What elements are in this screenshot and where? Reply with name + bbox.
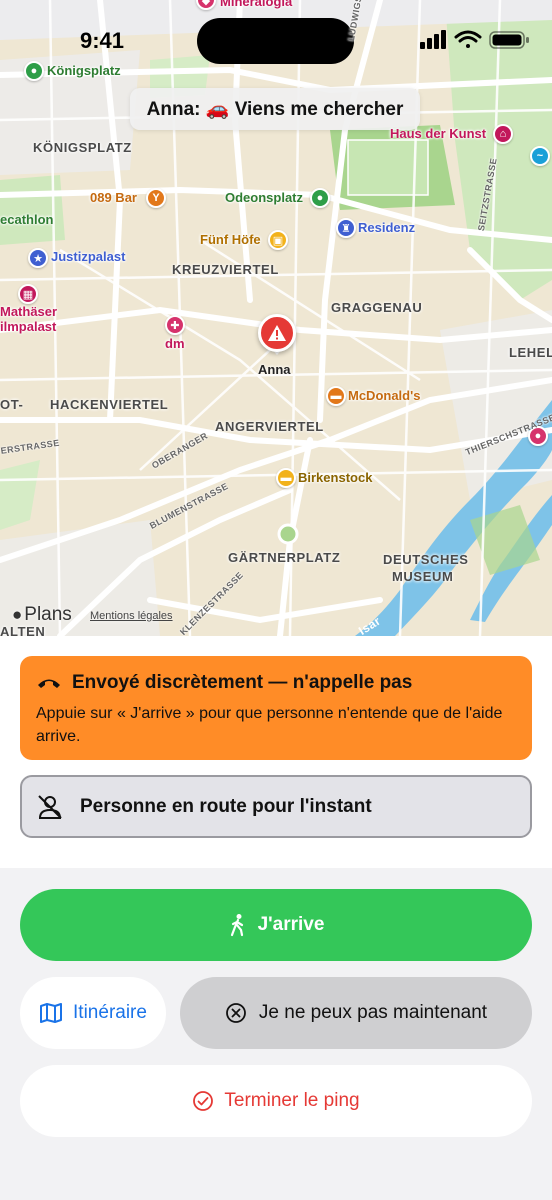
arrive-label: J'arrive: [257, 914, 325, 935]
decline-label: Je ne peux pas maintenant: [258, 1002, 488, 1023]
district-hackenviertel: HACKENVIERTEL: [50, 397, 169, 412]
x-circle-icon: [226, 1003, 246, 1023]
poi-label-justizpalast[interactable]: Justizpalast: [51, 249, 125, 264]
landmark-icon[interactable]: ♜: [336, 218, 356, 238]
cinema-icon[interactable]: ▦: [18, 284, 38, 304]
message-callout: Anna: 🚗 Viens me chercher: [130, 88, 420, 130]
district-lehel: LEHEL: [509, 345, 552, 360]
alert-body: Appuie sur « J'arrive » pour que personn…: [36, 705, 503, 745]
end-ping-button[interactable]: Terminer le ping: [20, 1065, 532, 1137]
shopping-bag-icon[interactable]: ▣: [268, 230, 288, 250]
star-landmark-icon[interactable]: ★: [28, 248, 48, 268]
arrive-button[interactable]: J'arrive: [20, 889, 532, 961]
swimming-icon[interactable]: ~: [530, 146, 550, 166]
poi-label-konigsplatz[interactable]: Königsplatz: [47, 63, 121, 78]
responder-status-text: Personne en route pour l'instant: [80, 795, 372, 817]
person-slash-icon: [38, 794, 62, 819]
district-kreuzviertel: KREUZVIERTEL: [172, 262, 279, 277]
district-konigsplatz: KÖNIGSPLATZ: [33, 140, 132, 155]
map-view[interactable]: 9:41 Anna: 🚗 Viens me chercher ◆ Mineral…: [0, 0, 552, 636]
poi-label-decathlon[interactable]: ecathlon: [0, 212, 53, 227]
poi-label-funf-hofe[interactable]: Fünf Höfe: [200, 232, 261, 247]
status-icons: [420, 28, 532, 52]
directions-button[interactable]: Itinéraire: [20, 977, 166, 1049]
district-gartnerplatz: GÄRTNERPLATZ: [228, 550, 341, 565]
cocktail-bar-icon[interactable]: Y: [146, 188, 166, 208]
attribution-text: Plans: [24, 604, 72, 625]
legal-link[interactable]: Mentions légales: [90, 610, 173, 622]
poi-label-mineralogia[interactable]: Mineralogia: [220, 0, 292, 9]
transit-station-icon[interactable]: ●: [24, 61, 44, 81]
poi-label-residenz[interactable]: Residenz: [358, 220, 415, 235]
museum-icon[interactable]: ⌂: [493, 124, 513, 144]
map-icon: [40, 1003, 63, 1023]
discreet-alert-card: Envoyé discrètement — n'appelle pas Appu…: [20, 656, 532, 760]
poi-label-haus-der-kunst[interactable]: Haus der Kunst: [390, 126, 486, 141]
poi-label-odeonsplatz[interactable]: Odeonsplatz: [225, 190, 303, 205]
phone-hangup-icon: [38, 679, 60, 688]
poi-label-dm[interactable]: dm: [165, 336, 185, 351]
fast-food-icon[interactable]: ▬: [326, 386, 346, 406]
poi-label-birkenstock[interactable]: Birkenstock: [298, 470, 372, 485]
poi-label-089-bar[interactable]: 089 Bar: [90, 190, 137, 205]
district-graggenau: GRAGGENAU: [331, 300, 423, 315]
checkmark-circle-icon: [193, 1091, 214, 1111]
cellular-signal-icon: [420, 30, 446, 49]
district-museum: MUSEUM: [392, 569, 454, 584]
poi-label-mcdonalds[interactable]: McDonald's: [348, 388, 420, 403]
battery-icon: [489, 31, 529, 49]
walking-person-icon: [230, 914, 243, 937]
pharmacy-icon[interactable]: ✚: [165, 315, 185, 335]
poi-label-mathaser[interactable]: Mathäser ilmpalast: [0, 304, 57, 334]
apple-logo-icon: ●: [12, 605, 23, 624]
district-ot: OT-: [0, 397, 24, 412]
maps-attribution: ● Plans: [12, 604, 72, 626]
decline-button[interactable]: Je ne peux pas maintenant: [180, 977, 532, 1049]
dynamic-island: [197, 18, 354, 64]
user-pin-label: Anna: [258, 362, 291, 377]
alert-title: Envoyé discrètement — n'appelle pas: [72, 672, 413, 693]
warning-icon: [268, 325, 286, 341]
district-angerviertel: ANGERVIERTEL: [215, 419, 324, 434]
status-time: 9:41: [80, 28, 125, 53]
wifi-icon: [454, 30, 482, 48]
shoe-store-icon[interactable]: ▬: [276, 468, 296, 488]
subway-station-icon[interactable]: ●: [310, 188, 330, 208]
responder-status-card: Personne en route pour l'instant: [20, 775, 532, 838]
directions-label: Itinéraire: [73, 1002, 147, 1023]
end-ping-label: Terminer le ping: [224, 1090, 360, 1111]
district-deutsches: DEUTSCHES: [383, 552, 469, 567]
alert-user-pin[interactable]: [258, 314, 296, 352]
alert-title-row: Envoyé discrètement — n'appelle pas: [36, 672, 516, 694]
